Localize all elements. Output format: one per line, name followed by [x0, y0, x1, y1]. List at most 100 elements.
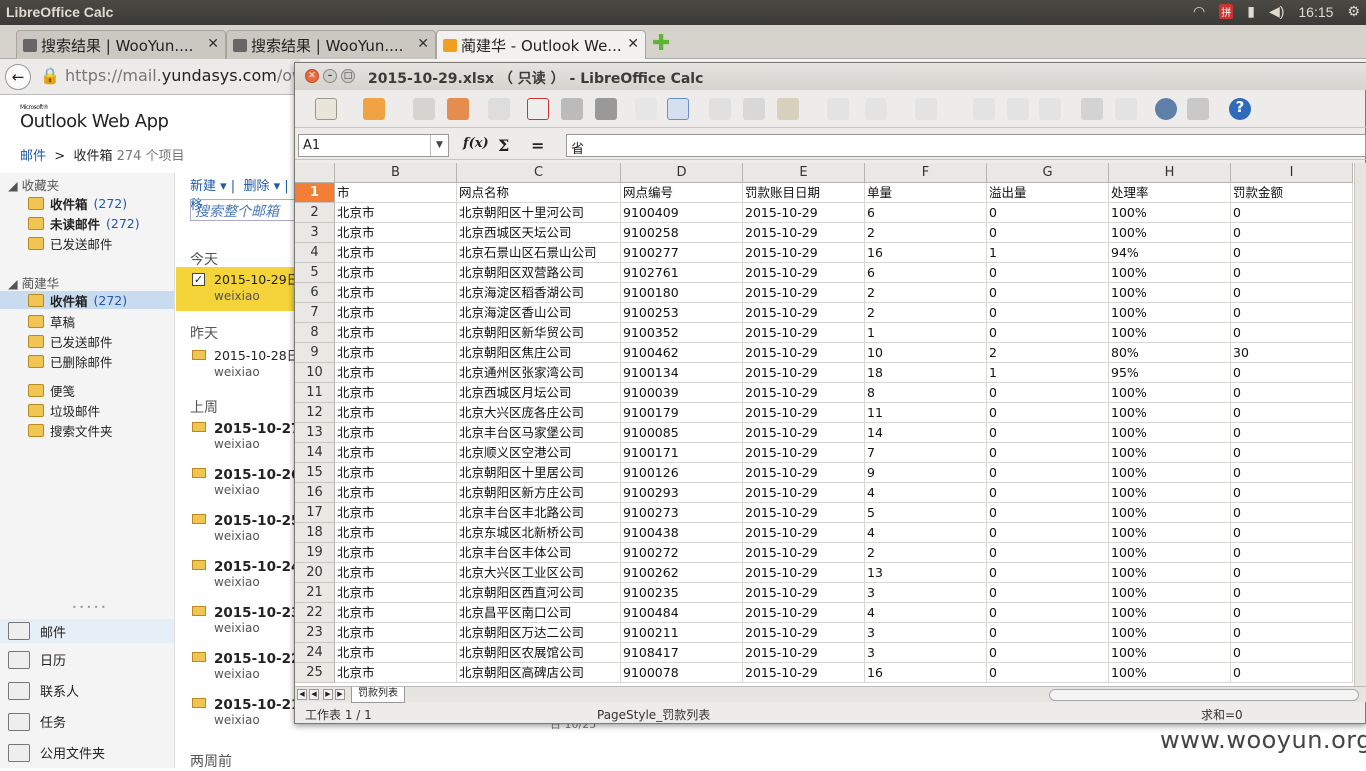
grid-cell[interactable]: 18 [865, 363, 987, 383]
clone-format-icon[interactable] [827, 98, 849, 120]
grid-cell[interactable]: 0 [1231, 323, 1353, 343]
grid-cell[interactable]: 0 [987, 463, 1109, 483]
horizontal-scrollbar[interactable] [1049, 689, 1359, 701]
grid-cell[interactable]: 0 [1231, 503, 1353, 523]
grid-cell[interactable]: 北京市 [335, 523, 457, 543]
select-all-corner[interactable] [295, 163, 335, 183]
grid-cell[interactable]: 北京东城区北新桥公司 [457, 523, 621, 543]
grid-cell[interactable]: 北京市 [335, 443, 457, 463]
grid-cell[interactable]: 北京市 [335, 583, 457, 603]
grid-cell[interactable]: 11 [865, 403, 987, 423]
grid-cell[interactable]: 北京西城区月坛公司 [457, 383, 621, 403]
row-header[interactable]: 1 [295, 183, 335, 203]
gallery-icon[interactable] [1187, 98, 1209, 120]
row-header[interactable]: 2 [295, 203, 335, 223]
grid-cell[interactable]: 13 [865, 563, 987, 583]
first-sheet-icon[interactable]: ◀ [297, 689, 307, 700]
list-item[interactable]: 2015-10-21日weixiao [176, 691, 300, 735]
function-wizard-icon[interactable]: f(x) [463, 136, 489, 151]
grid-cell[interactable]: 北京朝阳区双营路公司 [457, 263, 621, 283]
grid-cell[interactable]: 9100409 [621, 203, 743, 223]
grid-cell[interactable]: 0 [987, 383, 1109, 403]
grid-cell[interactable]: 北京朝阳区新华贸公司 [457, 323, 621, 343]
grid-cell[interactable]: 100% [1109, 383, 1231, 403]
grid-cell[interactable]: 100% [1109, 523, 1231, 543]
column-header-b[interactable]: B [335, 163, 457, 183]
grid-cell[interactable]: 处理率 [1109, 183, 1231, 203]
sum-display[interactable]: 求和=0 [1201, 706, 1243, 723]
grid-cell[interactable]: 0 [1231, 583, 1353, 603]
save-icon[interactable] [413, 98, 435, 120]
grid-cell[interactable]: 9100078 [621, 663, 743, 683]
maximize-icon[interactable]: □ [341, 69, 355, 83]
folder-notes[interactable]: 便笺 [28, 381, 75, 400]
grid-cell[interactable]: 100% [1109, 283, 1231, 303]
grid-cell[interactable]: 2015-10-29 [743, 583, 865, 603]
prev-sheet-icon[interactable]: ◀ [309, 689, 319, 700]
grid-cell[interactable]: 2 [865, 303, 987, 323]
grid-cell[interactable]: 94% [1109, 243, 1231, 263]
column-header-d[interactable]: D [621, 163, 743, 183]
grid-cell[interactable]: 0 [1231, 283, 1353, 303]
last-sheet-icon[interactable]: ▶ [335, 689, 345, 700]
grid-cell[interactable]: 北京通州区张家湾公司 [457, 363, 621, 383]
undo-icon[interactable] [865, 98, 887, 120]
grid-cell[interactable]: 2015-10-29 [743, 443, 865, 463]
grid-cell[interactable]: 9100134 [621, 363, 743, 383]
grid-cell[interactable]: 100% [1109, 623, 1231, 643]
nav-mail[interactable]: 邮件 [0, 619, 174, 643]
spreadsheet-grid[interactable]: B C D E F G H I 1 市网点名称 网点编号 罚款账目日期 单量 溢出量 处理率 罚款金额 2 北京市… [295, 163, 1354, 688]
folder-sent[interactable]: 已发送邮件 [28, 332, 113, 351]
grid-cell[interactable]: 100% [1109, 603, 1231, 623]
battery-icon[interactable]: ▮ [1247, 3, 1255, 20]
close-icon[interactable]: ✕ [207, 36, 219, 52]
grid-cell[interactable]: 9100179 [621, 403, 743, 423]
grid-cell[interactable]: 4 [865, 603, 987, 623]
grid-cell[interactable]: 0 [1231, 423, 1353, 443]
grid-cell[interactable]: 16 [865, 243, 987, 263]
grid-cell[interactable]: 北京市 [335, 563, 457, 583]
grid-cell[interactable]: 6 [865, 263, 987, 283]
row-header[interactable]: 13 [295, 423, 335, 443]
grid-cell[interactable]: 10 [865, 343, 987, 363]
browser-tab[interactable]: 搜索结果 | WooYun.... ✕ [16, 30, 226, 59]
grid-cell[interactable]: 2015-10-29 [743, 203, 865, 223]
grid-cell[interactable]: 北京丰台区马家堡公司 [457, 423, 621, 443]
list-item[interactable]: 2015-10-23日weixiao [176, 599, 300, 643]
grid-cell[interactable]: 80% [1109, 343, 1231, 363]
nav-contacts[interactable]: 联系人 [8, 681, 79, 700]
grid-cell[interactable]: 0 [1231, 263, 1353, 283]
grid-cell[interactable]: 单量 [865, 183, 987, 203]
grid-cell[interactable]: 0 [987, 523, 1109, 543]
grid-cell[interactable]: 9100211 [621, 623, 743, 643]
grid-cell[interactable]: 北京丰台区丰体公司 [457, 543, 621, 563]
grid-cell[interactable]: 0 [1231, 363, 1353, 383]
grid-cell[interactable]: 2015-10-29 [743, 243, 865, 263]
grid-cell[interactable]: 北京朝阳区农展馆公司 [457, 643, 621, 663]
list-item[interactable]: 2015-10-25日weixiao [176, 507, 300, 551]
grid-cell[interactable]: 2015-10-29 [743, 263, 865, 283]
grid-cell[interactable]: 2015-10-29 [743, 403, 865, 423]
row-header[interactable]: 25 [295, 663, 335, 683]
grid-cell[interactable]: 2015-10-29 [743, 323, 865, 343]
grid-cell[interactable]: 2015-10-29 [743, 303, 865, 323]
column-header-c[interactable]: C [457, 163, 621, 183]
grid-cell[interactable]: 0 [1231, 243, 1353, 263]
grid-cell[interactable]: 3 [865, 623, 987, 643]
print-preview-icon[interactable] [595, 98, 617, 120]
search-input[interactable]: 搜索整个邮箱 [190, 199, 300, 221]
grid-cell[interactable]: 9100039 [621, 383, 743, 403]
grid-cell[interactable]: 100% [1109, 443, 1231, 463]
grid-cell[interactable]: 罚款金额 [1231, 183, 1353, 203]
grid-cell[interactable]: 2015-10-29 [743, 523, 865, 543]
grid-cell[interactable]: 北京市 [335, 503, 457, 523]
sheet-tab[interactable]: 罚款列表 [351, 687, 405, 703]
grid-cell[interactable]: 100% [1109, 303, 1231, 323]
grid-cell[interactable]: 北京市 [335, 643, 457, 663]
grid-cell[interactable]: 2015-10-29 [743, 563, 865, 583]
grid-cell[interactable]: 0 [987, 663, 1109, 683]
grid-cell[interactable]: 北京朝阳区新方庄公司 [457, 483, 621, 503]
edit-file-icon[interactable] [488, 98, 510, 120]
grid-cell[interactable]: 5 [865, 503, 987, 523]
name-box[interactable]: A1 ▼ [298, 134, 449, 157]
